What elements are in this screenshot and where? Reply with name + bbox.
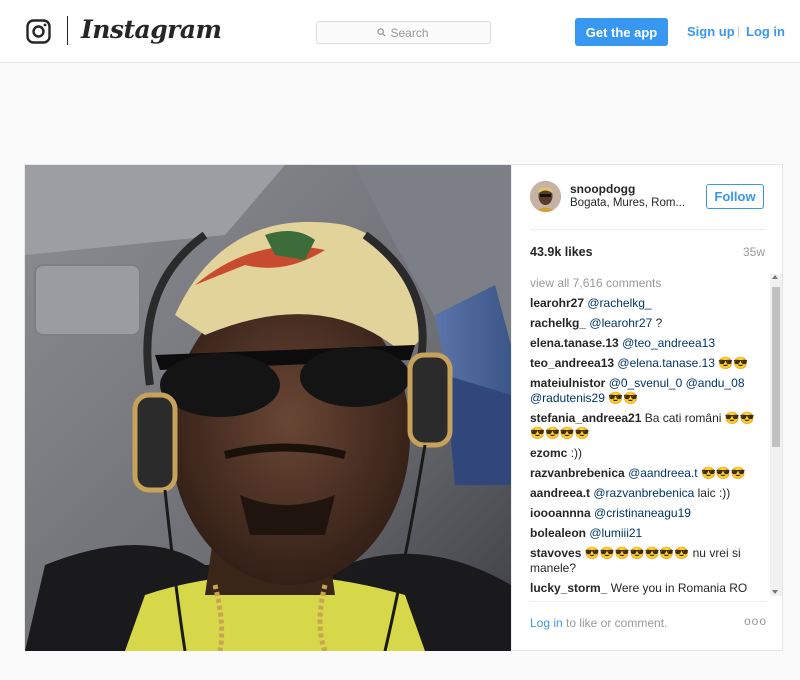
sign-up-link[interactable]: Sign up bbox=[687, 24, 735, 39]
comment-mention[interactable]: @rachelkg_ bbox=[587, 296, 651, 310]
comment-mention[interactable]: @razvanbrebenica bbox=[593, 486, 694, 500]
comment-text: ? bbox=[652, 316, 663, 330]
avatar[interactable] bbox=[530, 181, 561, 212]
scroll-up-arrow-icon[interactable] bbox=[772, 275, 778, 279]
search-box[interactable] bbox=[316, 21, 491, 44]
post-username[interactable]: snoopdogg bbox=[570, 182, 635, 196]
comment-item: teo_andreea13 @elena.tanase.13 😎😎 bbox=[530, 356, 768, 371]
footer-log-in-link[interactable]: Log in bbox=[530, 616, 563, 630]
divider bbox=[530, 229, 766, 230]
comment-mention[interactable]: @aandreea.t bbox=[628, 466, 698, 480]
post-card: snoopdogg Bogata, Mures, Rom... Follow 4… bbox=[24, 164, 783, 651]
comment-mention[interactable]: @lumiii21 bbox=[589, 526, 642, 540]
top-nav: Instagram Get the app Sign up | Log in bbox=[0, 0, 800, 63]
comment-item: rachelkg_ @learohr27 ? bbox=[530, 316, 768, 331]
scrollbar-thumb[interactable] bbox=[772, 287, 780, 447]
comment-item: bolealeon @lumiii21 bbox=[530, 526, 768, 541]
comments-list: view all 7,616 comments learohr27 @rache… bbox=[530, 275, 768, 597]
comment-item: stefania_andreea21 Ba cati români 😎😎 😎😎😎… bbox=[530, 411, 768, 441]
logo-divider bbox=[67, 16, 68, 45]
comments-scrollbar[interactable] bbox=[770, 274, 782, 596]
follow-button[interactable]: Follow bbox=[706, 184, 764, 209]
footer-text: to like or comment. bbox=[566, 616, 668, 630]
comment-mention[interactable]: @elena.tanase.13 bbox=[617, 356, 715, 370]
search-icon bbox=[376, 28, 386, 37]
comment-username[interactable]: aandreea.t bbox=[530, 486, 590, 500]
scroll-down-arrow-icon[interactable] bbox=[772, 590, 778, 594]
comment-username[interactable]: elena.tanase.13 bbox=[530, 336, 619, 350]
comment-username[interactable]: stavoves bbox=[530, 546, 581, 560]
search-input[interactable] bbox=[390, 25, 431, 40]
comment-item: mateiulnistor @0_svenul_0 @andu_08 @radu… bbox=[530, 376, 768, 406]
divider bbox=[530, 601, 766, 602]
comment-mention[interactable]: @learohr27 bbox=[589, 316, 652, 330]
instagram-wordmark[interactable]: Instagram bbox=[81, 15, 222, 44]
comment-text: Were you in Romania RO bbox=[607, 581, 748, 595]
comment-text: 😎😎😎 bbox=[697, 466, 746, 480]
comment-item: lucky_storm_ Were you in Romania RO bbox=[530, 581, 768, 596]
more-options-icon[interactable]: ooo bbox=[744, 614, 767, 628]
comment-username[interactable]: ezomc bbox=[530, 446, 567, 460]
comment-item: ezomc :)) bbox=[530, 446, 768, 461]
post-age[interactable]: 35w bbox=[743, 245, 765, 259]
comment-username[interactable]: teo_andreea13 bbox=[530, 356, 614, 370]
log-in-link[interactable]: Log in bbox=[746, 24, 785, 39]
post-sidebar: snoopdogg Bogata, Mures, Rom... Follow 4… bbox=[511, 165, 783, 651]
comment-text: laic :)) bbox=[694, 486, 731, 500]
nav-separator: | bbox=[737, 24, 741, 38]
post-location[interactable]: Bogata, Mures, Rom... bbox=[570, 197, 685, 209]
avatar-image bbox=[530, 181, 561, 212]
comment-mention[interactable]: @teo_andreea13 bbox=[622, 336, 715, 350]
comment-text: 😎😎 bbox=[714, 356, 749, 370]
comment-username[interactable]: lucky_storm_ bbox=[530, 581, 607, 595]
comment-text: :)) bbox=[567, 446, 583, 460]
comment-item: stavoves 😎😎😎😎😎😎😎 nu vrei si manele? bbox=[530, 546, 768, 576]
photo-illustration bbox=[25, 165, 511, 651]
view-all-comments-link[interactable]: view all 7,616 comments bbox=[530, 275, 768, 291]
comment-item: elena.tanase.13 @teo_andreea13 bbox=[530, 336, 768, 351]
comment-username[interactable]: mateiulnistor bbox=[530, 376, 605, 390]
comment-item: razvanbrebenica @aandreea.t 😎😎😎 bbox=[530, 466, 768, 481]
post-photo[interactable] bbox=[25, 165, 511, 651]
comment-mention[interactable]: @cristinaneagu19 bbox=[594, 506, 691, 520]
comment-username[interactable]: ioooannna bbox=[530, 506, 591, 520]
comment-username[interactable]: razvanbrebenica bbox=[530, 466, 625, 480]
comment-username[interactable]: rachelkg_ bbox=[530, 316, 586, 330]
comment-username[interactable]: stefania_andreea21 bbox=[530, 411, 641, 425]
comment-text: 😎😎 bbox=[604, 391, 639, 405]
comment-username[interactable]: learohr27 bbox=[530, 296, 584, 310]
likes-count[interactable]: 43.9k likes bbox=[530, 245, 593, 259]
comment-item: aandreea.t @razvanbrebenica laic :)) bbox=[530, 486, 768, 501]
get-the-app-button[interactable]: Get the app bbox=[575, 18, 668, 46]
comment-item: ioooannna @cristinaneagu19 bbox=[530, 506, 768, 521]
instagram-camera-icon[interactable] bbox=[26, 19, 51, 44]
comment-username[interactable]: bolealeon bbox=[530, 526, 586, 540]
comment-item: learohr27 @rachelkg_ bbox=[530, 296, 768, 311]
